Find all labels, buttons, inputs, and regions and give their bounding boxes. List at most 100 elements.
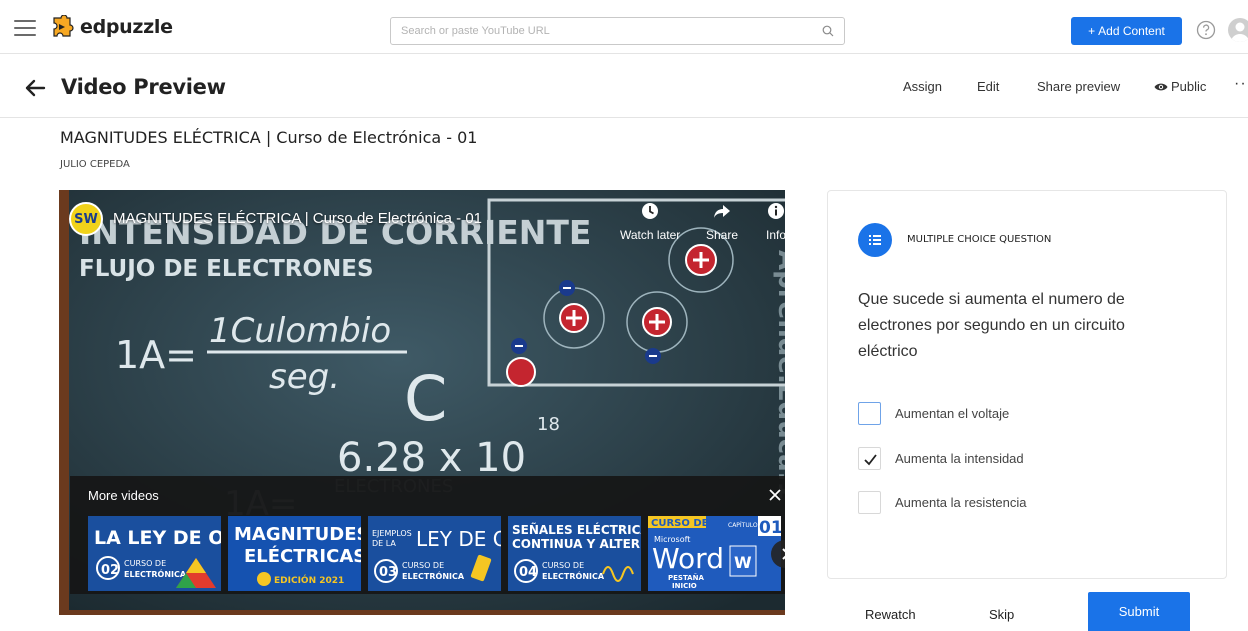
checkmark-icon (864, 453, 877, 465)
chevron-right-icon (782, 548, 785, 560)
related-video-thumbnail[interactable]: MAGNITUDES ELÉCTRICAS EDICIÓN 2021 (228, 516, 361, 591)
thumbnail-image: CURSO DE CAPÍTULO 01 Microsoft Word W PE… (648, 516, 781, 591)
answer-label: Aumentan el voltaje (895, 405, 1010, 421)
svg-text:INICIO: INICIO (672, 582, 697, 590)
svg-text:W: W (734, 553, 752, 572)
info-label: Info (766, 228, 785, 242)
svg-text:SEÑALES ELÉCTRICAS: SEÑALES ELÉCTRICAS (512, 522, 641, 537)
info-button[interactable]: Info (766, 202, 785, 242)
svg-text:ELECTRÓNICA: ELECTRÓNICA (402, 570, 465, 581)
search-bar[interactable] (390, 17, 845, 45)
search-icon[interactable] (822, 25, 834, 37)
add-content-label: Add Content (1098, 24, 1165, 38)
video-title: MAGNITUDES ELÉCTRICA | Curso de Electrón… (60, 128, 478, 147)
answer-checkbox[interactable] (858, 446, 881, 470)
plus-icon: + (1088, 24, 1096, 38)
search-input[interactable] (391, 18, 811, 44)
svg-text:ELECTRÓNICA: ELECTRÓNICA (542, 570, 605, 581)
svg-text:CURSO DE: CURSO DE (124, 559, 166, 568)
svg-text:18: 18 (537, 414, 560, 435)
svg-text:1A=: 1A= (115, 333, 197, 377)
next-videos-button[interactable] (771, 540, 785, 568)
related-video-thumbnail[interactable]: SEÑALES ELÉCTRICAS CONTINUA Y ALTERNA 04… (508, 516, 641, 591)
svg-text:LEY DE OHM: LEY DE OHM (416, 527, 501, 551)
thumbnail-image: SEÑALES ELÉCTRICAS CONTINUA Y ALTERNA 04… (508, 516, 641, 591)
answer-option[interactable]: Aumentan el voltaje (858, 401, 1198, 425)
thumbnail-image: LA LEY DE OHM 02 CURSO DE ELECTRÓNICA (88, 516, 221, 591)
answer-option[interactable]: Aumenta la intensidad (858, 446, 1198, 470)
answer-option[interactable]: Aumenta la resistencia (858, 490, 1198, 514)
watch-later-label: Watch later (620, 228, 681, 242)
svg-text:CONTINUA Y ALTERNA: CONTINUA Y ALTERNA (512, 537, 641, 551)
svg-text:Word: Word (652, 542, 724, 575)
info-icon (768, 203, 784, 219)
svg-text:CURSO DE: CURSO DE (542, 561, 584, 570)
menu-icon[interactable] (14, 20, 36, 36)
svg-text:1Culombio: 1Culombio (209, 311, 391, 351)
svg-text:C: C (404, 362, 447, 435)
share-preview-link[interactable]: Share preview (1037, 79, 1120, 94)
svg-text:CURSO DE: CURSO DE (402, 561, 444, 570)
assign-link[interactable]: Assign (903, 79, 942, 94)
svg-text:FLUJO DE ELECTRONES: FLUJO DE ELECTRONES (79, 256, 374, 282)
svg-text:DE LA: DE LA (372, 539, 396, 548)
user-icon (1231, 22, 1248, 42)
puzzle-logo-icon (53, 15, 74, 37)
related-video-thumbnail[interactable]: LA LEY DE OHM 02 CURSO DE ELECTRÓNICA (88, 516, 221, 591)
edit-link[interactable]: Edit (977, 79, 999, 94)
answer-label: Aumenta la intensidad (895, 450, 1024, 466)
svg-text:02: 02 (101, 563, 119, 578)
svg-text:CURSO DE: CURSO DE (651, 518, 709, 529)
more-videos-label: More videos (88, 488, 159, 503)
edpuzzle-logo[interactable]: edpuzzle (50, 14, 173, 40)
page-title: Video Preview (61, 75, 226, 99)
svg-text:01: 01 (759, 518, 781, 538)
eye-icon (1154, 83, 1168, 90)
visibility-label: Public (1171, 79, 1207, 94)
video-player[interactable]: INTENSIDAD DE CORRIENTE FLUJO DE ELECTRO… (59, 190, 785, 615)
more-videos-overlay: More videos LA LEY DE OHM 02 CURSO DE EL… (70, 476, 785, 594)
clock-icon (642, 203, 659, 219)
svg-text:MAGNITUDES: MAGNITUDES (234, 524, 361, 545)
svg-text:EJEMPLOS: EJEMPLOS (372, 529, 412, 538)
share-button[interactable]: Share (706, 202, 738, 242)
visibility-toggle[interactable]: Public (1154, 79, 1206, 94)
user-avatar[interactable] (1228, 18, 1248, 42)
add-content-button[interactable]: + Add Content (1071, 17, 1182, 45)
watch-later-button[interactable]: Watch later (620, 202, 680, 242)
related-video-thumbnail[interactable]: EJEMPLOS DE LA LEY DE OHM 03 CURSO DE EL… (368, 516, 501, 591)
video-author: JULIO CEPEDA (60, 159, 130, 170)
channel-badge[interactable]: SW (69, 202, 103, 236)
multiple-choice-icon (858, 223, 892, 257)
svg-text:CAPÍTULO: CAPÍTULO (728, 522, 758, 529)
skip-button[interactable]: Skip (989, 607, 1014, 622)
question-panel: MULTIPLE CHOICE QUESTION Que sucede si a… (827, 190, 1227, 579)
back-arrow-icon[interactable] (24, 78, 46, 98)
close-icon[interactable] (768, 488, 782, 502)
thumbnail-image: MAGNITUDES ELÉCTRICAS EDICIÓN 2021 (228, 516, 361, 591)
help-icon[interactable] (1196, 20, 1216, 40)
svg-text:04: 04 (519, 565, 537, 580)
svg-text:LA LEY DE OHM: LA LEY DE OHM (94, 527, 221, 549)
rewatch-button[interactable]: Rewatch (865, 607, 916, 622)
svg-text:03: 03 (379, 565, 397, 580)
more-options-button[interactable]: ··· (1234, 75, 1248, 93)
svg-text:seg.: seg. (269, 357, 340, 397)
top-navigation: edpuzzle + Add Content (0, 0, 1248, 54)
answer-checkbox[interactable] (858, 490, 881, 514)
svg-text:Aprende.Educa.1: Aprende.Educa.1 (772, 250, 785, 500)
submit-button[interactable]: Submit (1088, 592, 1190, 631)
svg-text:ELÉCTRICAS: ELÉCTRICAS (244, 545, 361, 567)
answer-label: Aumenta la resistencia (895, 494, 1027, 510)
related-video-thumbnail[interactable]: CURSO DE CAPÍTULO 01 Microsoft Word W PE… (648, 516, 781, 591)
brand-name: edpuzzle (80, 16, 173, 38)
embed-video-title[interactable]: MAGNITUDES ELÉCTRICA | Curso de Electrón… (113, 210, 482, 227)
thumbnail-image: EJEMPLOS DE LA LEY DE OHM 03 CURSO DE EL… (368, 516, 501, 591)
page-header: Video Preview Assign Edit Share preview … (0, 62, 1248, 118)
question-type-label: MULTIPLE CHOICE QUESTION (907, 234, 1052, 245)
share-label: Share (706, 228, 739, 242)
question-text: Que sucede si aumenta el numero de elect… (858, 291, 1125, 360)
svg-text:PESTAÑA: PESTAÑA (668, 573, 704, 582)
svg-text:6.28 x 10: 6.28 x 10 (337, 435, 526, 481)
answer-checkbox[interactable] (858, 401, 881, 425)
